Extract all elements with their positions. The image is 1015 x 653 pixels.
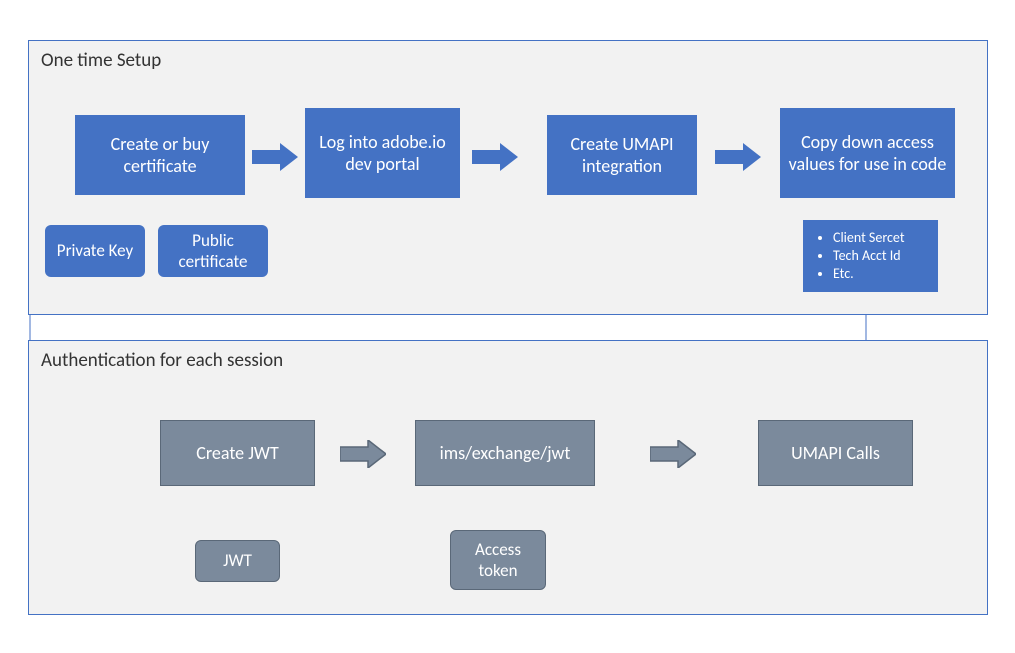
box-ims-exchange-label: ims/exchange/jwt <box>440 442 571 465</box>
box-create-umapi-label: Create UMAPI integration <box>555 133 689 178</box>
box-access-values-list: Client Sercet Tech Acct Id Etc. <box>803 220 938 292</box>
list-item: Etc. <box>833 265 928 282</box>
arrow-icon <box>340 440 386 468</box>
box-login-portal: Log into adobe.io dev portal <box>305 108 460 198</box>
arrow-icon <box>472 143 518 171</box>
box-umapi-calls: UMAPI Calls <box>758 420 913 486</box>
box-copy-values-label: Copy down access values for use in code <box>788 131 947 176</box>
box-umapi-calls-label: UMAPI Calls <box>791 442 880 465</box>
box-ims-exchange: ims/exchange/jwt <box>415 420 595 486</box>
box-copy-values: Copy down access values for use in code <box>780 108 955 198</box>
box-access-token-label: Access token <box>459 539 537 582</box>
box-create-cert: Create or buy certificate <box>75 115 245 195</box>
box-jwt-label: JWT <box>223 550 252 571</box>
list-item: Client Sercet <box>833 229 928 246</box>
box-access-token: Access token <box>450 530 546 590</box>
box-private-key-label: Private Key <box>57 240 133 261</box>
box-create-jwt-label: Create JWT <box>196 442 278 465</box>
box-private-key: Private Key <box>45 225 145 277</box>
section-setup-title: One time Setup <box>41 49 161 72</box>
arrow-icon <box>252 143 298 171</box>
box-public-cert-label: Public certificate <box>166 230 260 273</box>
box-create-umapi: Create UMAPI integration <box>547 115 697 195</box>
box-public-cert: Public certificate <box>158 225 268 277</box>
arrow-icon <box>650 440 696 468</box>
box-jwt: JWT <box>195 540 280 582</box>
arrow-icon <box>715 143 761 171</box>
section-auth-title: Authentication for each session <box>41 349 283 372</box>
box-login-portal-label: Log into adobe.io dev portal <box>313 131 452 176</box>
list-item: Tech Acct Id <box>833 247 928 264</box>
box-create-cert-label: Create or buy certificate <box>83 133 237 178</box>
box-create-jwt: Create JWT <box>160 420 315 486</box>
